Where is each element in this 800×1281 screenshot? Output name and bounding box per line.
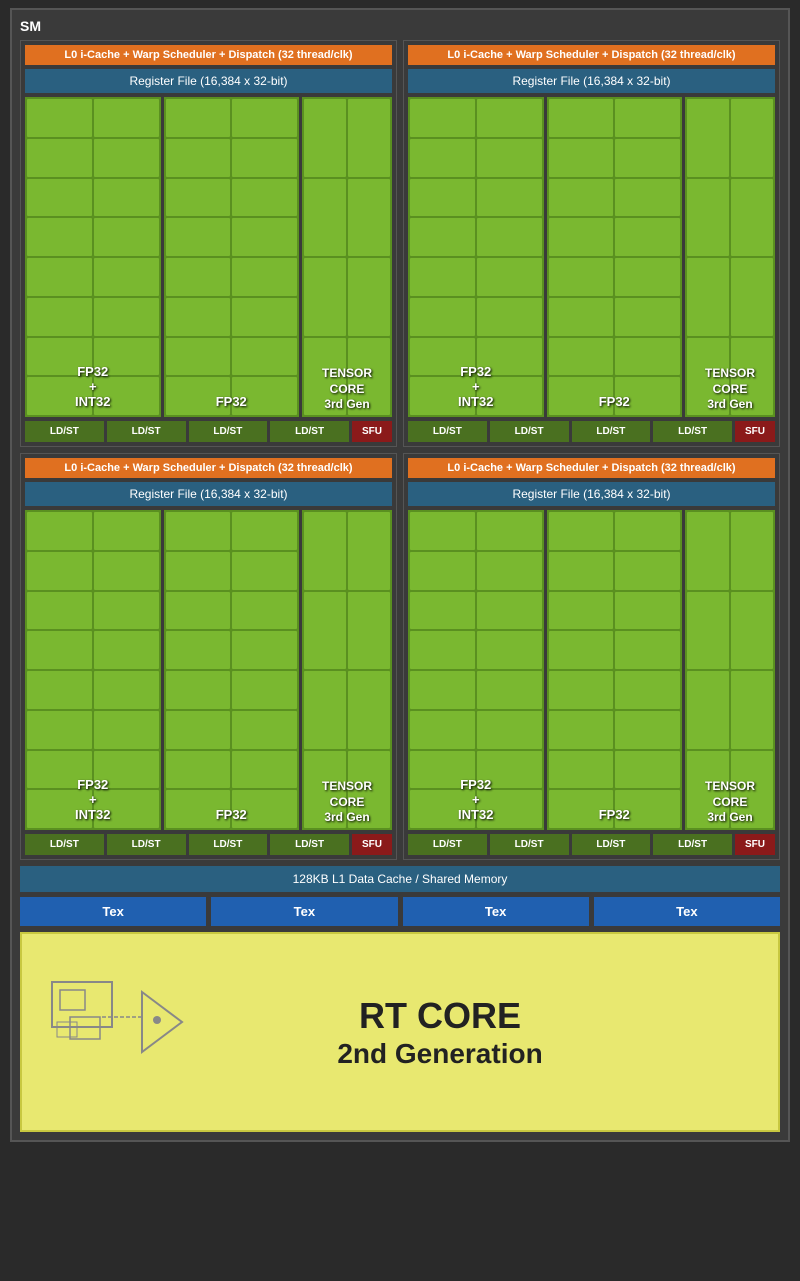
compute-units-1: FP32+INT32 FP32 xyxy=(25,97,392,417)
bottom-units-3: LD/ST LD/ST LD/ST LD/ST SFU xyxy=(25,834,392,855)
ldst-3-1: LD/ST xyxy=(25,834,104,855)
rt-core-diagram-svg xyxy=(42,962,202,1102)
register-file-2: Register File (16,384 x 32-bit) xyxy=(408,69,775,93)
ldst-1-1: LD/ST xyxy=(25,421,104,442)
l0-bar-3: L0 i-Cache + Warp Scheduler + Dispatch (… xyxy=(25,458,392,478)
l0-bar-1: L0 i-Cache + Warp Scheduler + Dispatch (… xyxy=(25,45,392,65)
quadrant-4: L0 i-Cache + Warp Scheduler + Dispatch (… xyxy=(403,453,780,860)
sfu-2: SFU xyxy=(735,421,775,442)
tex-block-1: Tex xyxy=(20,897,206,926)
fp32-block-4: FP32 xyxy=(547,510,683,830)
l1-cache-bar: 128KB L1 Data Cache / Shared Memory xyxy=(20,866,780,892)
bottom-units-2: LD/ST LD/ST LD/ST LD/ST SFU xyxy=(408,421,775,442)
fp32-block-1: FP32 xyxy=(164,97,300,417)
rt-core-subtitle: 2nd Generation xyxy=(337,1038,542,1070)
fp32-int32-block-3: FP32+INT32 xyxy=(25,510,161,830)
fp32-int32-block-2: FP32+INT32 xyxy=(408,97,544,417)
register-file-1: Register File (16,384 x 32-bit) xyxy=(25,69,392,93)
fp32-block-3: FP32 xyxy=(164,510,300,830)
register-file-3: Register File (16,384 x 32-bit) xyxy=(25,482,392,506)
l0-bar-2: L0 i-Cache + Warp Scheduler + Dispatch (… xyxy=(408,45,775,65)
fp32-block-2: FP32 xyxy=(547,97,683,417)
tex-block-3: Tex xyxy=(403,897,589,926)
ldst-2-1: LD/ST xyxy=(408,421,487,442)
compute-units-3: FP32+INT32 FP32 xyxy=(25,510,392,830)
ldst-2-2: LD/ST xyxy=(490,421,569,442)
ldst-1-3: LD/ST xyxy=(189,421,268,442)
ldst-2-4: LD/ST xyxy=(653,421,732,442)
compute-units-2: FP32+INT32 FP32 xyxy=(408,97,775,417)
fp32-int32-block-1: FP32+INT32 xyxy=(25,97,161,417)
ldst-2-3: LD/ST xyxy=(572,421,651,442)
tex-block-2: Tex xyxy=(211,897,397,926)
ldst-4-2: LD/ST xyxy=(490,834,569,855)
register-file-4: Register File (16,384 x 32-bit) xyxy=(408,482,775,506)
quadrant-3: L0 i-Cache + Warp Scheduler + Dispatch (… xyxy=(20,453,397,860)
tex-block-4: Tex xyxy=(594,897,780,926)
rt-core-title: RT CORE xyxy=(337,994,542,1037)
quadrant-2: L0 i-Cache + Warp Scheduler + Dispatch (… xyxy=(403,40,780,447)
ldst-1-2: LD/ST xyxy=(107,421,186,442)
ldst-4-3: LD/ST xyxy=(572,834,651,855)
sfu-4: SFU xyxy=(735,834,775,855)
sfu-3: SFU xyxy=(352,834,392,855)
tex-row: Tex Tex Tex Tex xyxy=(20,897,780,926)
fp32-int32-block-4: FP32+INT32 xyxy=(408,510,544,830)
tensor-block-4: TENSORCORE3rd Gen xyxy=(685,510,775,830)
tensor-block-2: TENSORCORE3rd Gen xyxy=(685,97,775,417)
tensor-block-3: TENSORCORE3rd Gen xyxy=(302,510,392,830)
ldst-3-4: LD/ST xyxy=(270,834,349,855)
quadrant-1: L0 i-Cache + Warp Scheduler + Dispatch (… xyxy=(20,40,397,447)
ldst-1-4: LD/ST xyxy=(270,421,349,442)
bottom-units-1: LD/ST LD/ST LD/ST LD/ST SFU xyxy=(25,421,392,442)
sm-label: SM xyxy=(20,18,780,34)
sm-container: SM L0 i-Cache + Warp Scheduler + Dispatc… xyxy=(10,8,790,1142)
rt-core-section: RT CORE 2nd Generation xyxy=(20,932,780,1132)
ldst-3-3: LD/ST xyxy=(189,834,268,855)
bottom-units-4: LD/ST LD/ST LD/ST LD/ST SFU xyxy=(408,834,775,855)
tensor-block-1: TENSORCORE3rd Gen xyxy=(302,97,392,417)
sfu-1: SFU xyxy=(352,421,392,442)
ldst-3-2: LD/ST xyxy=(107,834,186,855)
compute-units-4: FP32+INT32 FP32 xyxy=(408,510,775,830)
ldst-4-1: LD/ST xyxy=(408,834,487,855)
l0-bar-4: L0 i-Cache + Warp Scheduler + Dispatch (… xyxy=(408,458,775,478)
quadrants-grid: L0 i-Cache + Warp Scheduler + Dispatch (… xyxy=(20,40,780,860)
ldst-4-4: LD/ST xyxy=(653,834,732,855)
rt-core-text: RT CORE 2nd Generation xyxy=(337,994,542,1069)
